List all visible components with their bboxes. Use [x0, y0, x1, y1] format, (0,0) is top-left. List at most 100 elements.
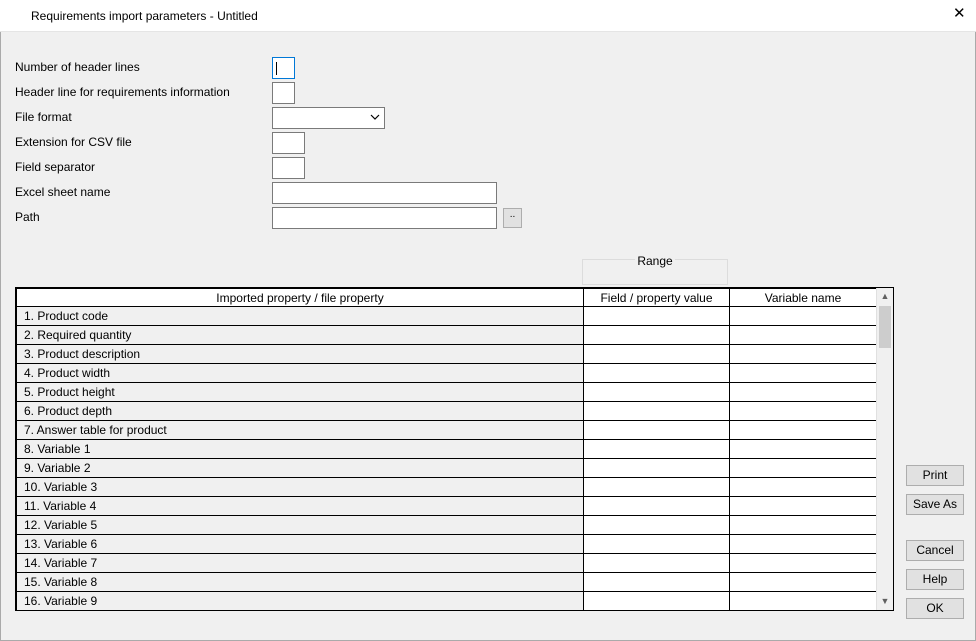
field-value-cell[interactable]: [583, 458, 730, 478]
table-row[interactable]: 13. Variable 6: [16, 534, 877, 554]
ok-button[interactable]: OK: [906, 598, 964, 619]
variable-name-cell[interactable]: [729, 458, 877, 478]
title-bar[interactable]: Requirements import parameters - Untitle…: [0, 0, 976, 32]
field-value-cell[interactable]: [583, 477, 730, 497]
path-input[interactable]: [272, 207, 497, 229]
table-row[interactable]: 4. Product width: [16, 363, 877, 383]
help-button[interactable]: Help: [906, 569, 964, 590]
property-name-cell: 7. Answer table for product: [16, 420, 584, 440]
table-row[interactable]: [17, 611, 877, 612]
table-row[interactable]: 14. Variable 7: [16, 553, 877, 573]
property-name-cell: 9. Variable 2: [16, 458, 584, 478]
variable-name-cell[interactable]: [729, 534, 877, 554]
variable-name-cell[interactable]: [729, 363, 877, 383]
property-name-cell: 1. Product code: [16, 306, 584, 326]
file-format-label: File format: [15, 110, 72, 124]
field-value-cell[interactable]: [583, 572, 730, 592]
property-name-cell: 15. Variable 8: [16, 572, 584, 592]
field-value-cell[interactable]: [583, 363, 730, 383]
table-row[interactable]: 15. Variable 8: [16, 572, 877, 592]
table-row[interactable]: 3. Product description: [16, 344, 877, 364]
table-row[interactable]: 2. Required quantity: [16, 325, 877, 345]
table-row[interactable]: 6. Product depth: [16, 401, 877, 421]
field-value-cell[interactable]: [583, 420, 730, 440]
table-row[interactable]: 8. Variable 1: [16, 439, 877, 459]
property-name-cell: 4. Product width: [16, 363, 584, 383]
field-value-cell[interactable]: [583, 515, 730, 535]
field-value-cell[interactable]: [583, 325, 730, 345]
scroll-thumb[interactable]: [879, 306, 891, 348]
header-line-info-label: Header line for requirements information: [15, 85, 230, 99]
property-name-cell: 14. Variable 7: [16, 553, 584, 573]
table-row[interactable]: 16. Variable 9: [16, 591, 877, 610]
header-lines-input[interactable]: [272, 57, 295, 79]
property-grid[interactable]: Imported property / file property Field …: [15, 287, 894, 611]
close-icon[interactable]: ✕: [953, 6, 966, 21]
variable-name-cell[interactable]: [729, 420, 877, 440]
chevron-down-icon: [370, 114, 380, 120]
scroll-down-icon[interactable]: ▼: [877, 593, 893, 610]
variable-name-cell[interactable]: [729, 496, 877, 516]
field-value-cell[interactable]: [583, 401, 730, 421]
variable-name-cell[interactable]: [729, 306, 877, 326]
variable-name-cell[interactable]: [729, 591, 877, 610]
property-name-cell: 10. Variable 3: [16, 477, 584, 497]
variable-name-cell[interactable]: [729, 344, 877, 364]
property-name-cell: 13. Variable 6: [16, 534, 584, 554]
field-value-cell[interactable]: [583, 534, 730, 554]
property-name-cell: 16. Variable 9: [16, 591, 584, 610]
variable-name-cell[interactable]: [729, 401, 877, 421]
property-name-cell: 6. Product depth: [16, 401, 584, 421]
variable-name-cell[interactable]: [730, 611, 877, 612]
variable-name-cell[interactable]: [729, 439, 877, 459]
field-separator-input[interactable]: [272, 157, 305, 179]
column-header[interactable]: Field / property value: [583, 288, 730, 307]
header-line-info-input[interactable]: [272, 82, 295, 104]
csv-extension-label: Extension for CSV file: [15, 135, 132, 149]
table-row[interactable]: 10. Variable 3: [16, 477, 877, 497]
text-caret: [276, 62, 277, 75]
table-row[interactable]: 1. Product code: [16, 306, 877, 326]
property-name-cell: 11. Variable 4: [16, 496, 584, 516]
table-row[interactable]: 11. Variable 4: [16, 496, 877, 516]
field-value-cell[interactable]: [583, 382, 730, 402]
property-name-cell: 12. Variable 5: [16, 515, 584, 535]
field-value-cell[interactable]: [583, 591, 730, 610]
variable-name-cell[interactable]: [729, 515, 877, 535]
field-value-cell[interactable]: [583, 496, 730, 516]
file-format-select[interactable]: [272, 107, 385, 129]
field-value-cell[interactable]: [584, 611, 730, 612]
table-header-row: Imported property / file property Field …: [16, 288, 877, 307]
field-separator-label: Field separator: [15, 160, 96, 174]
browse-button[interactable]: ..: [503, 208, 522, 228]
save-as-button[interactable]: Save As: [906, 494, 964, 515]
property-name-cell: 8. Variable 1: [16, 439, 584, 459]
excel-sheet-input[interactable]: [272, 182, 497, 204]
column-header[interactable]: Imported property / file property: [16, 288, 584, 307]
property-name-cell: [17, 611, 584, 612]
header-lines-label: Number of header lines: [15, 60, 140, 74]
field-value-cell[interactable]: [583, 553, 730, 573]
range-label: Range: [635, 254, 675, 268]
variable-name-cell[interactable]: [729, 477, 877, 497]
vertical-scrollbar[interactable]: ▲ ▼: [876, 288, 893, 610]
table-row[interactable]: 12. Variable 5: [16, 515, 877, 535]
variable-name-cell[interactable]: [729, 382, 877, 402]
field-value-cell[interactable]: [583, 439, 730, 459]
field-value-cell[interactable]: [583, 306, 730, 326]
variable-name-cell[interactable]: [729, 572, 877, 592]
csv-extension-input[interactable]: [272, 132, 305, 154]
table-row[interactable]: 7. Answer table for product: [16, 420, 877, 440]
table-row[interactable]: 5. Product height: [16, 382, 877, 402]
table-row[interactable]: 9. Variable 2: [16, 458, 877, 478]
window-title: Requirements import parameters - Untitle…: [31, 9, 258, 23]
field-value-cell[interactable]: [583, 344, 730, 364]
scroll-up-icon[interactable]: ▲: [877, 288, 893, 305]
variable-name-cell[interactable]: [729, 325, 877, 345]
print-button[interactable]: Print: [906, 465, 964, 486]
cancel-button[interactable]: Cancel: [906, 540, 964, 561]
property-table: Imported property / file property Field …: [16, 288, 877, 612]
path-label: Path: [15, 210, 40, 224]
column-header[interactable]: Variable name: [729, 288, 877, 307]
variable-name-cell[interactable]: [729, 553, 877, 573]
